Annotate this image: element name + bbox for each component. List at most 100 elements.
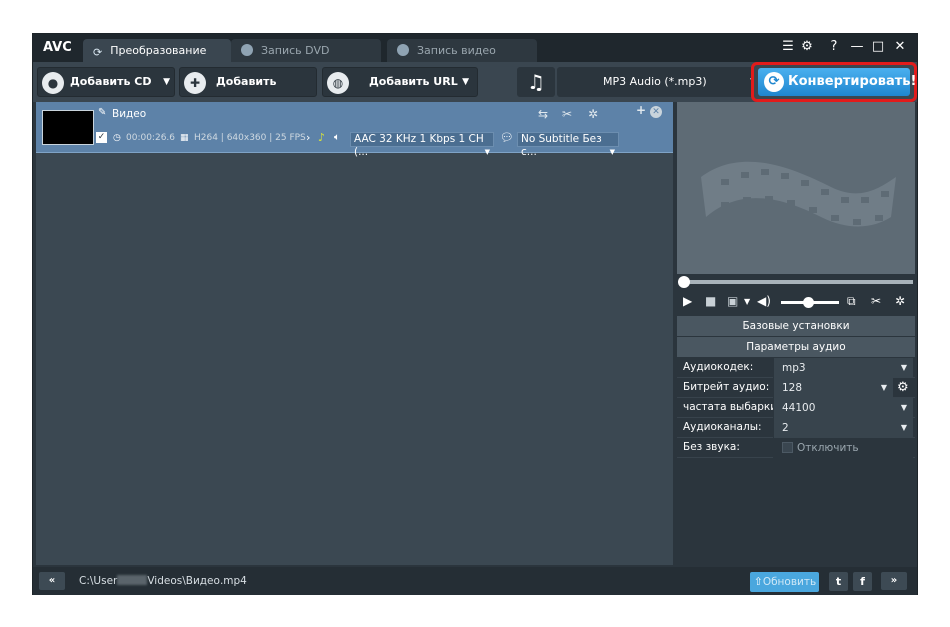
output-format-value: MP3 Audio (*.mp3) (603, 75, 707, 88)
play-icon[interactable]: ▶ (683, 294, 692, 308)
tab-label: Запись видео (417, 44, 496, 57)
mute-checkbox[interactable] (782, 442, 793, 453)
music-note-icon[interactable]: ♫ (517, 67, 555, 97)
setting-label: Без звука: (683, 441, 740, 453)
seek-handle[interactable] (678, 276, 690, 288)
disc-icon (241, 44, 253, 56)
chevron-down-icon: ▼ (900, 403, 907, 412)
seek-slider[interactable] (677, 274, 915, 290)
menu-icon[interactable]: ☰ (779, 39, 797, 55)
maximize-icon[interactable]: □ (869, 39, 887, 55)
setting-row-samplerate: частата выбарки: 44100 ▼ (677, 398, 915, 418)
path-prefix: C:\User (79, 575, 118, 587)
audio-bitrate-select[interactable]: 128 ▼ (773, 378, 893, 398)
audio-track-select[interactable]: AAC 32 KHz 1 Kbps 1 CH (... ▼ (350, 132, 494, 158)
audio-track-value: AAC 32 KHz 1 Kbps 1 CH (... (354, 133, 484, 158)
chevron-down-icon: ▼ (609, 148, 615, 156)
disc-add-icon: ● (42, 72, 64, 94)
subtitle-value: No Subtitle Без с... (521, 133, 602, 158)
update-button[interactable]: ⇧Обновить (750, 572, 819, 592)
file-checkbox[interactable]: ✓ (96, 132, 107, 143)
add-url-button[interactable]: ◍ Добавить URL ▼ (322, 67, 478, 97)
add-url-label: Добавить URL (369, 75, 458, 88)
convert-highlight: ⟳ Конвертировать! (751, 62, 917, 102)
clock-icon: ◷ (113, 133, 121, 143)
comment-icon: 💬︎ (500, 131, 514, 144)
gear-icon[interactable]: ⚙ (798, 39, 816, 55)
file-title[interactable]: Видео (112, 108, 146, 120)
magic-wand-icon[interactable]: ✲ (895, 294, 905, 308)
mute-label: Отключить (797, 442, 859, 454)
subtitle-select[interactable]: No Subtitle Без с... ▼ (517, 132, 619, 158)
setting-row-bitrate: Битрейт аудио: 128 ▼ ⚙ (677, 378, 915, 398)
setting-row-mute: Без звука: Отключить (677, 438, 915, 458)
setting-value: 128 (782, 382, 803, 394)
expand-button[interactable]: » (881, 572, 907, 590)
preview-pane (677, 102, 915, 274)
tab-dvd[interactable]: Запись DVD (231, 39, 381, 62)
remove-icon[interactable]: ✕ (650, 106, 662, 118)
convert-button[interactable]: ⟳ Конвертировать! (758, 68, 916, 96)
chevron-down-icon: ▼ (880, 383, 887, 392)
path-suffix: Videos\Видео.mp4 (147, 575, 247, 587)
tab-label: Преобразование (110, 44, 207, 57)
copy-icon[interactable]: ⧉ (847, 294, 856, 309)
setting-label: Аудиоканалы: (683, 421, 762, 433)
pencil-icon[interactable]: ✎ (98, 107, 106, 118)
title-bar: AVC ⟳ Преобразование Запись DVD Запись ви… (33, 34, 917, 62)
tab-video-recording[interactable]: Запись видео (387, 39, 537, 62)
video-info: H264 | 640x360 | 25 FPS (194, 133, 306, 143)
update-label: Обновить (762, 576, 817, 588)
file-duration: 00:00:26.6 (126, 133, 176, 143)
list-item[interactable]: ✎ Видео ✓ ◷ 00:00:26.6 ▦ H264 | 640x360 … (36, 102, 673, 158)
setting-value: mp3 (782, 362, 806, 374)
scissors-icon[interactable]: ✂ (871, 294, 881, 308)
video-thumbnail (42, 110, 94, 145)
close-icon[interactable]: ✕ (891, 39, 909, 55)
volume-icon[interactable]: ◀︎) (757, 294, 771, 308)
chevron-down-icon[interactable]: ▼ (744, 297, 750, 306)
gear-icon[interactable]: ⚙ (897, 380, 909, 395)
film-reel-icon (701, 161, 896, 227)
output-format-select[interactable]: MP3 Audio (*.mp3) ▼ (557, 67, 757, 97)
setting-label: Аудиокодек: (683, 361, 754, 373)
stop-icon[interactable]: ■ (705, 294, 716, 308)
audio-settings-header[interactable]: Параметры аудио (677, 337, 915, 357)
output-path: C:\User Videos\Видео.mp4 (79, 575, 247, 587)
chevron-down-icon: ▼ (484, 148, 490, 156)
tab-conversion[interactable]: ⟳ Преобразование (83, 39, 231, 62)
audio-codec-select[interactable]: mp3 ▼ (773, 358, 913, 378)
chevron-down-icon: ▼ (900, 423, 907, 432)
setting-value: 44100 (782, 402, 816, 414)
sync-icon[interactable]: ⇆ (538, 107, 548, 121)
add-video-button[interactable]: ✚ Добавить видео (179, 67, 317, 116)
path-redaction (117, 575, 148, 585)
sample-rate-select[interactable]: 44100 ▼ (773, 398, 913, 418)
audio-channels-select[interactable]: 2 ▼ (773, 418, 913, 438)
setting-row-codec: Аудиокодек: mp3 ▼ (677, 358, 915, 378)
tab-label: Запись DVD (261, 44, 330, 57)
minimize-icon[interactable]: — (848, 39, 866, 55)
chevron-down-icon[interactable]: ▼ (163, 68, 170, 96)
chevron-down-icon[interactable]: ▼ (462, 68, 469, 96)
setting-row-channels: Аудиоканалы: 2 ▼ (677, 418, 915, 438)
camera-icon[interactable]: ▣ (727, 294, 738, 308)
volume-handle[interactable] (803, 297, 814, 308)
twitter-icon[interactable]: t (829, 572, 848, 591)
refresh-icon: ⟳ (764, 72, 784, 92)
collapse-button[interactable]: « (39, 572, 65, 590)
plus-icon[interactable]: + (636, 103, 646, 117)
setting-value: 2 (782, 422, 789, 434)
convert-icon: ⟳ (93, 46, 103, 59)
add-cd-button[interactable]: ● Добавить CD диск ▼ (37, 67, 175, 116)
globe-add-icon: ◍ (327, 72, 349, 94)
basic-settings-header[interactable]: Базовые установки (677, 316, 915, 336)
status-bar: « C:\User Videos\Видео.mp4 ⇧Обновить t f … (33, 567, 917, 595)
magic-wand-icon[interactable]: ✲ (588, 107, 598, 121)
chevron-right-icon[interactable]: › (306, 131, 310, 144)
scissors-icon[interactable]: ✂ (562, 107, 572, 121)
facebook-icon[interactable]: f (853, 572, 872, 591)
seek-track[interactable] (683, 280, 913, 284)
film-icon: ▦ (180, 133, 189, 143)
help-icon[interactable]: ? (825, 39, 843, 55)
